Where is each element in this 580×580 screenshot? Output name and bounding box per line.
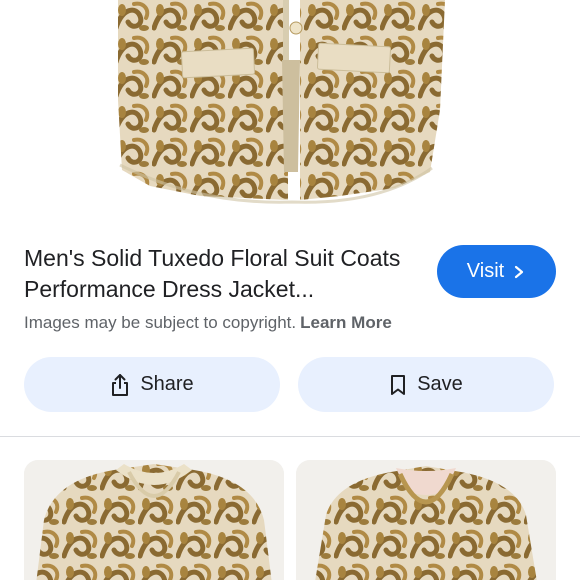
gold-sequin-jacket-image	[24, 460, 284, 580]
share-icon	[112, 373, 129, 396]
visit-button[interactable]: Visit	[437, 245, 556, 298]
section-divider	[0, 436, 580, 437]
chevron-right-icon	[515, 265, 524, 278]
copyright-text: Images may be subject to copyright.	[24, 313, 297, 332]
save-button[interactable]: Save	[298, 357, 554, 412]
related-image-thumbnail[interactable]	[296, 460, 556, 580]
visit-button-label: Visit	[466, 260, 505, 282]
related-image-thumbnail[interactable]	[24, 460, 284, 580]
save-label: Save	[417, 373, 463, 395]
bookmark-icon	[391, 374, 406, 395]
result-title[interactable]: Men's Solid Tuxedo Floral Suit Coats Per…	[24, 243, 424, 305]
share-label: Share	[140, 373, 194, 395]
learn-more-link[interactable]: Learn More	[300, 313, 392, 332]
share-button[interactable]: Share	[24, 357, 280, 412]
image-result-page: Men's Solid Tuxedo Floral Suit Coats Per…	[0, 0, 580, 580]
jacket-illustration	[118, 0, 445, 204]
product-image[interactable]	[0, 0, 580, 215]
gold-sequin-jacket-image	[296, 460, 556, 580]
copyright-notice: Images may be subject to copyright. Learn…	[24, 312, 392, 334]
